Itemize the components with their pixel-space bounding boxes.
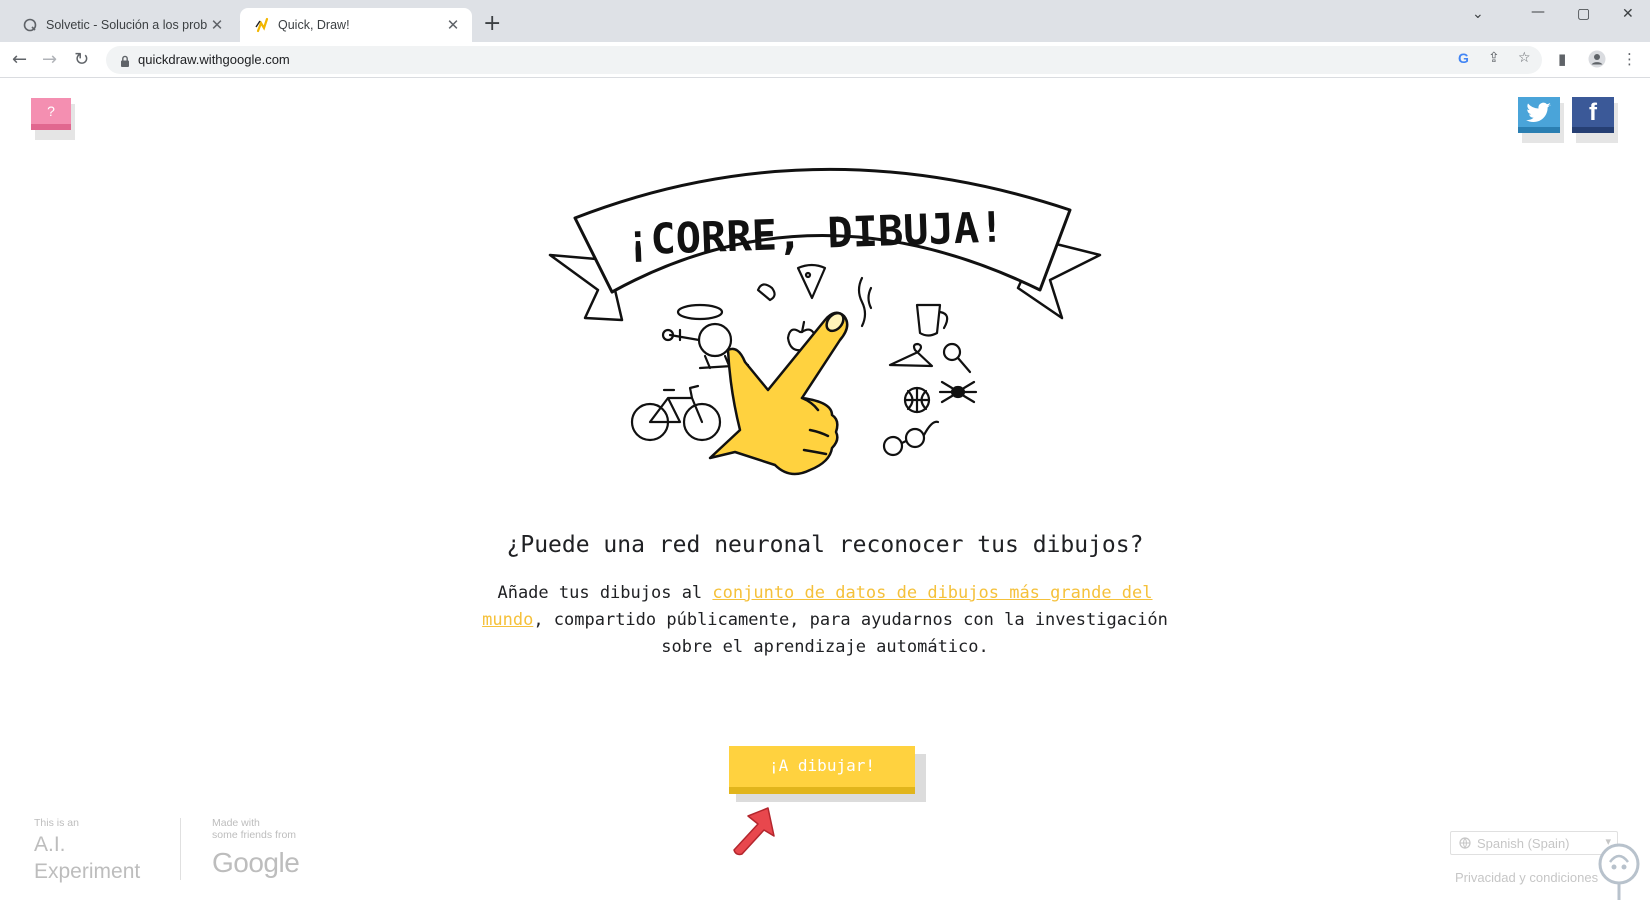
url-text: quickdraw.withgoogle.com <box>138 52 290 67</box>
close-tab-icon[interactable]: ✕ <box>208 16 226 34</box>
tab-solvetic[interactable]: Solvetic - Solución a los problem ✕ <box>8 8 236 42</box>
bookmark-star-icon[interactable]: ☆ <box>1518 50 1531 66</box>
language-value: Spanish (Spain) <box>1477 836 1570 851</box>
mug-doodle <box>915 303 942 337</box>
globe-icon <box>1459 837 1471 852</box>
privacy-link[interactable]: Privacidad y condiciones <box>1455 870 1598 885</box>
spider-doodle <box>950 385 966 399</box>
forward-icon[interactable]: → <box>42 50 57 70</box>
google-logo: Google <box>212 847 300 878</box>
back-icon[interactable]: ← <box>12 50 27 70</box>
description-text-2: , compartido públicamente, para ayudarno… <box>533 610 1168 657</box>
minimize-icon[interactable]: — <box>1531 4 1545 20</box>
reload-icon[interactable]: ↻ <box>74 50 89 70</box>
browser-toolbar: ← → ↻ quickdraw.withgoogle.com G ⇪ ☆ ▮ ⋮ <box>0 42 1650 78</box>
ai-experiment-caption: This is an <box>34 817 79 829</box>
twitter-icon <box>1518 97 1560 133</box>
made-with-caption-2: some friends from <box>212 829 297 841</box>
address-bar[interactable]: quickdraw.withgoogle.com G ⇪ ☆ <box>106 46 1542 74</box>
made-with-caption: Made with <box>212 817 260 829</box>
tab-title: Quick, Draw! <box>278 18 350 32</box>
language-select[interactable]: Spanish (Spain) ▾ <box>1450 831 1618 855</box>
description-text: Añade tus dibujos al <box>497 583 713 603</box>
close-window-icon[interactable]: ✕ <box>1622 6 1634 22</box>
steam-doodle-2 <box>867 286 873 310</box>
helicopter-tail <box>668 328 701 342</box>
ai-experiment-line1: A.I. <box>34 833 66 856</box>
lock-icon[interactable] <box>120 53 130 72</box>
side-panel-icon[interactable]: ▮ <box>1558 50 1566 68</box>
pizza-doodle <box>796 263 827 300</box>
menu-kebab-icon[interactable]: ⋮ <box>1622 50 1637 68</box>
helicopter-rotor <box>676 303 724 321</box>
solvetic-watermark-icon <box>1598 843 1640 900</box>
pizza-topping <box>804 271 812 279</box>
ai-experiment-badge[interactable]: This is an A.I. Experiment <box>34 817 140 883</box>
made-with-google-badge[interactable]: Made with some friends from Google <box>212 817 300 879</box>
start-drawing-label: ¡A dibujar! <box>729 746 915 794</box>
tab-title: Solvetic - Solución a los problem <box>46 18 208 32</box>
annotation-arrow-icon <box>733 807 775 856</box>
footer-divider <box>180 818 181 880</box>
page-headline: ¿Puede una red neuronal reconocer tus di… <box>506 532 1144 558</box>
facebook-icon: f <box>1572 97 1614 133</box>
new-tab-button[interactable]: + <box>483 12 501 36</box>
page-description: Añade tus dibujos al conjunto de datos d… <box>465 580 1185 661</box>
glasses-doodle <box>882 435 904 457</box>
hero-illustration: ¡CORRE, DIBUJA! <box>548 167 1102 476</box>
facebook-share-button[interactable]: f <box>1572 97 1618 143</box>
profile-icon[interactable] <box>1588 50 1606 72</box>
tab-strip: Solvetic - Solución a los problem ✕ Quic… <box>0 0 1650 42</box>
ai-experiment-line2: Experiment <box>34 860 141 883</box>
google-lens-icon[interactable]: G <box>1458 50 1469 66</box>
steam-doodle <box>857 276 867 328</box>
solvetic-favicon-icon <box>22 17 38 33</box>
hanger-doodle <box>888 342 934 368</box>
bicycle-frame <box>648 384 704 424</box>
start-drawing-button[interactable]: ¡A dibujar! <box>729 746 926 802</box>
mug-handle <box>938 310 949 330</box>
bulb-doodle <box>756 283 776 302</box>
tab-search-icon[interactable]: ⌄ <box>1472 6 1484 22</box>
help-icon: ? <box>31 98 71 130</box>
tab-quick-draw[interactable]: Quick, Draw! ✕ <box>240 8 472 42</box>
maximize-icon[interactable]: ▢ <box>1577 6 1590 22</box>
share-icon[interactable]: ⇪ <box>1488 50 1500 66</box>
help-button[interactable]: ? <box>31 98 75 140</box>
quickdraw-favicon-icon <box>254 17 270 33</box>
close-tab-icon[interactable]: ✕ <box>444 16 462 34</box>
helicopter-body <box>697 322 733 358</box>
twitter-share-button[interactable] <box>1518 97 1564 143</box>
